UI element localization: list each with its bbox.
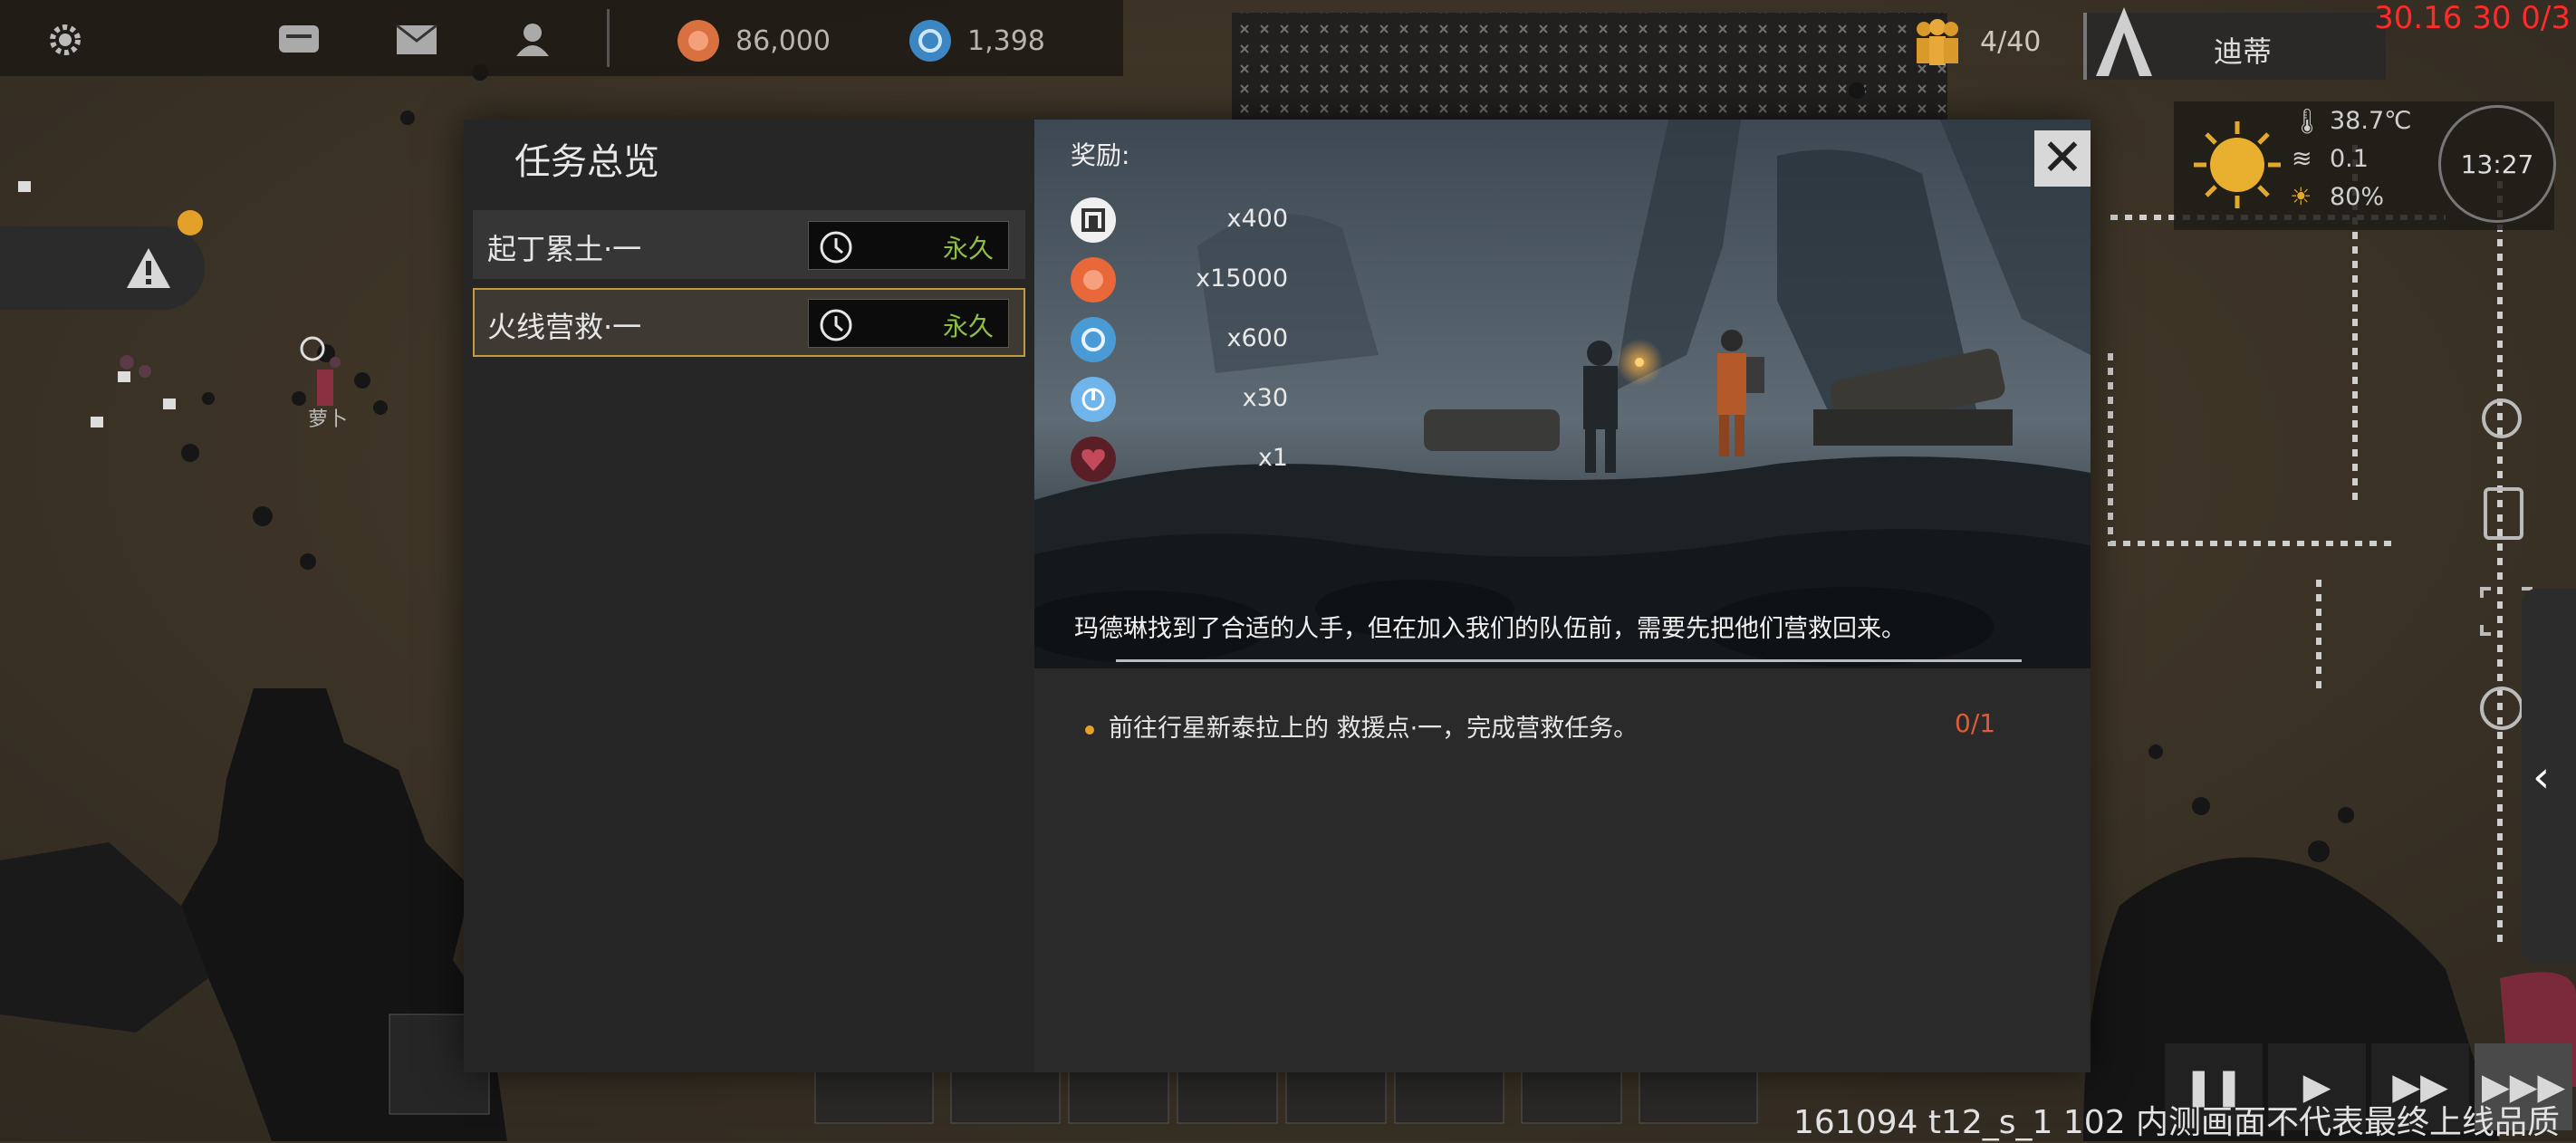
wind-value: 0.1 [2330,145,2369,173]
population-amount: 4/40 [1980,25,2042,58]
objective-bullet-icon [1085,725,1094,735]
reward-item: x30 [1071,377,1288,422]
mission-duration-box: 永久 [808,299,1009,348]
objective-progress: 0/1 [1955,708,1996,738]
reward-amount: x1 [1257,444,1288,472]
reward-amount: x600 [1226,324,1288,352]
reward-item: x1 [1071,437,1288,482]
reward-amount: x30 [1242,384,1288,412]
alert-badge [178,210,203,235]
mission-list-panel: 任务总览 起丁累土·一 永久 火线营救·一 永久 [464,120,1034,1072]
alert-tab[interactable] [0,226,205,310]
colonists-icon [1917,19,1958,65]
gold-coin-icon [1071,257,1116,303]
caption-divider [1116,659,2022,662]
reward-item: x600 [1071,317,1288,362]
chat-icon[interactable] [277,18,321,62]
top-hud-bar: 86,000 1,398 [0,0,1123,76]
social-icon[interactable] [513,18,556,62]
clock-icon [820,309,852,341]
map-unit-label: 萝卜 [308,408,348,431]
mission-list: 起丁累土·一 永久 火线营救·一 永久 [473,210,1025,366]
settings-gear-icon[interactable] [43,18,87,62]
objective-text: 前往行星新泰拉上的 救援点·一，完成营救任务。 [1109,715,1639,743]
game-clock[interactable]: 13:27 [2438,105,2556,223]
reward-item: x15000 [1071,257,1288,303]
sun-icon [2194,121,2281,208]
mission-caption: 玛德琳找到了合适的人手，但在加入我们的队伍前，需要先把他们营救回来。 [1074,615,1906,643]
mission-duration-box: 永久 [808,221,1009,270]
humidity-value: 80% [2330,183,2385,211]
game-logo-icon [2096,7,2152,76]
mission-item-selected[interactable]: 火线营救·一 永久 [473,288,1025,357]
debug-overlay-text: 30.16 30 0/3 [2374,0,2571,36]
character-name-box[interactable]: 迪蒂 [2083,7,2386,80]
gold-amount: 86,000 [735,24,831,57]
mission-objective: 前往行星新泰拉上的 救援点·一，完成营救任务。 [1085,708,1638,744]
building-token-icon [1071,197,1116,243]
gold-resource: 86,000 [678,20,831,62]
power-token-icon [1071,377,1116,422]
close-icon: ✕ [2041,129,2084,187]
wind-icon: ≋ [2292,145,2312,173]
heart-organ-icon [1071,437,1116,482]
right-drawer-toggle[interactable]: ‹ [2522,589,2576,964]
close-button[interactable]: ✕ [2034,130,2091,187]
thermometer-icon: 🌡 [2292,108,2323,136]
mission-item[interactable]: 起丁累土·一 永久 [473,210,1025,279]
temperature-value: 38.7℃ [2330,107,2412,135]
mission-duration: 永久 [942,312,994,341]
reward-amount: x400 [1226,205,1288,233]
mission-detail-panel: ✕ 奖励: x400 x15000 x600 x30 x1 玛德琳找到了合适的人… [1034,120,2091,1072]
tech-resource: 1,398 [909,20,1045,62]
warning-icon [127,248,170,288]
mission-name: 起丁累土·一 [487,232,642,266]
reward-amount: x15000 [1196,264,1288,293]
mail-icon[interactable] [395,18,438,62]
clock-time: 13:27 [2460,149,2534,179]
chevron-left-icon: ‹ [2533,752,2551,802]
build-watermark: 161094 t12_s_1 102 内测画面不代表最终上线品质 [1793,1104,2561,1141]
mission-duration: 永久 [942,234,994,264]
tech-amount: 1,398 [967,24,1045,57]
tech-chip-icon [1071,317,1116,362]
mission-overview-dialog: 任务总览 起丁累土·一 永久 火线营救·一 永久 ✕ 奖励: x400 x150… [464,120,2091,1072]
character-name: 迪蒂 [2214,34,2273,69]
dialog-title: 任务总览 [514,141,659,183]
gold-coin-icon [678,20,719,62]
rewards-label: 奖励: [1071,140,1130,170]
population-counter[interactable]: 4/40 [1911,18,2041,65]
clock-icon [820,231,852,264]
reward-item: x400 [1071,197,1288,243]
tech-chip-icon [909,20,951,62]
humidity-icon: ☀ [2290,183,2312,211]
mission-name: 火线营救·一 [487,310,642,344]
